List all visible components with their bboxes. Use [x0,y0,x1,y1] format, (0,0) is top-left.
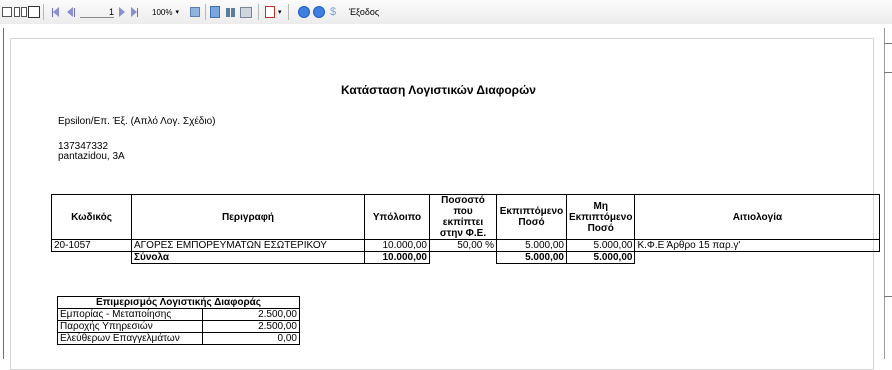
totals-spacer [430,252,497,264]
totals-nondeductible: 5.000,00 [565,251,636,264]
allocation-label: Παροχής Υπηρεσιών [57,320,203,333]
allocation-header-row: Επιμερισμός Λογιστικής Διαφοράς [57,296,300,309]
exit-label: Έξοδος [349,7,380,17]
chevron-down-icon: ▾ [175,9,179,16]
row-code: 20-1057 [51,239,132,252]
zoom-value: 100% [152,7,173,17]
totals-balance: 10.000,00 [364,251,430,264]
two-page-view-icon[interactable] [14,5,27,19]
report-toolbar: 1 100% ▾ ▾ $ Έξοδος [0,0,892,25]
table-header-row: Κωδικός Περιγραφή Υπόλοιπο Ποσοστό που ε… [51,194,881,240]
allocation-value: 2.500,00 [202,308,300,321]
row-nondeductible: 5.000,00 [565,239,636,252]
viewer-scrollbar-track[interactable] [884,28,885,359]
col-code-header: Κωδικός [51,194,132,240]
scrollbar-tick [884,296,892,297]
print-preview-icon[interactable] [210,5,220,19]
allocation-title: Επιμερισμός Λογιστικής Διαφοράς [57,296,300,309]
address: pantazidou, 3A [58,151,125,162]
binoculars-icon[interactable] [226,5,235,19]
company-name: Epsilon/Επ. Έξ. (Απλό Λογ. Σχέδιο) [58,116,216,127]
zoom-select[interactable]: 100% ▾ [152,5,179,19]
totals-deductible: 5.000,00 [496,251,567,264]
scrollbar-tick [884,72,892,73]
differences-table: Κωδικός Περιγραφή Υπόλοιπο Ποσοστό που ε… [51,194,881,264]
totals-spacer [52,252,132,264]
export-icon[interactable] [265,5,275,19]
dollar-icon[interactable]: $ [330,5,336,19]
report-title: Κατάσταση Λογιστικών Διαφορών [341,83,536,97]
row-balance: 10.000,00 [364,239,430,252]
allocation-value: 0,00 [202,332,300,345]
allocation-table: Επιμερισμός Λογιστικής Διαφοράς Εμπορίας… [57,296,300,345]
allocation-value: 2.500,00 [202,320,300,333]
totals-row: Σύνολα 10.000,00 5.000,00 5.000,00 [52,251,880,264]
zoom-in-icon[interactable] [298,5,310,19]
col-justification-header: Αιτιολογία [634,194,881,240]
allocation-label: Εμπορίας - Μεταποίησης [57,308,203,321]
totals-label: Σύνολα [131,251,365,264]
full-page-view-icon[interactable] [28,5,40,19]
list-item: Ελεύθερων Επαγγελμάτων 0,00 [57,332,300,345]
page-number-field[interactable]: 1 [80,6,114,18]
row-deductible: 5.000,00 [496,239,567,252]
totals-spacer [635,252,880,264]
scrollbar-tick [884,43,892,44]
list-item: Παροχής Υπηρεσιών 2.500,00 [57,320,300,333]
previous-page-icon[interactable] [67,5,75,19]
search-icon[interactable] [190,5,200,19]
viewer-left-border [3,28,4,359]
col-nondeductible-header: Μη Εκπιπτόμενο Ποσό [565,194,636,240]
zoom-out-icon[interactable] [313,5,325,19]
row-percent: 50,00 % [429,239,497,252]
allocation-label: Ελεύθερων Επαγγελμάτων [57,332,203,345]
col-description-header: Περιγραφή [131,194,365,240]
list-item: Εμπορίας - Μεταποίησης 2.500,00 [57,308,300,321]
col-balance-header: Υπόλοιπο [364,194,430,240]
row-justification: Κ.Φ.Ε Άρθρο 15 παρ.γ' [634,239,881,252]
row-description: ΑΓΟΡΕΣ ΕΜΠΟΡΕΥΜΑΤΩΝ ΕΣΩΤΕΡΙΚΟΥ [131,239,365,252]
single-page-view-icon[interactable] [2,5,12,19]
col-percent-header: Ποσοστό που εκπίπτει στην Φ.Ε. [429,194,497,240]
export-chevron-down-icon[interactable]: ▾ [278,5,282,19]
next-page-icon[interactable] [119,5,125,19]
last-page-icon[interactable] [131,5,138,19]
page-setup-icon[interactable] [240,5,252,19]
page-number: 1 [108,6,114,17]
col-deductible-header: Εκπιπτόμενο Ποσό [496,194,567,240]
table-row: 20-1057 ΑΓΟΡΕΣ ΕΜΠΟΡΕΥΜΑΤΩΝ ΕΣΩΤΕΡΙΚΟΥ 1… [51,239,881,252]
exit-button[interactable]: Έξοδος [349,5,379,19]
first-page-icon[interactable] [52,5,59,19]
